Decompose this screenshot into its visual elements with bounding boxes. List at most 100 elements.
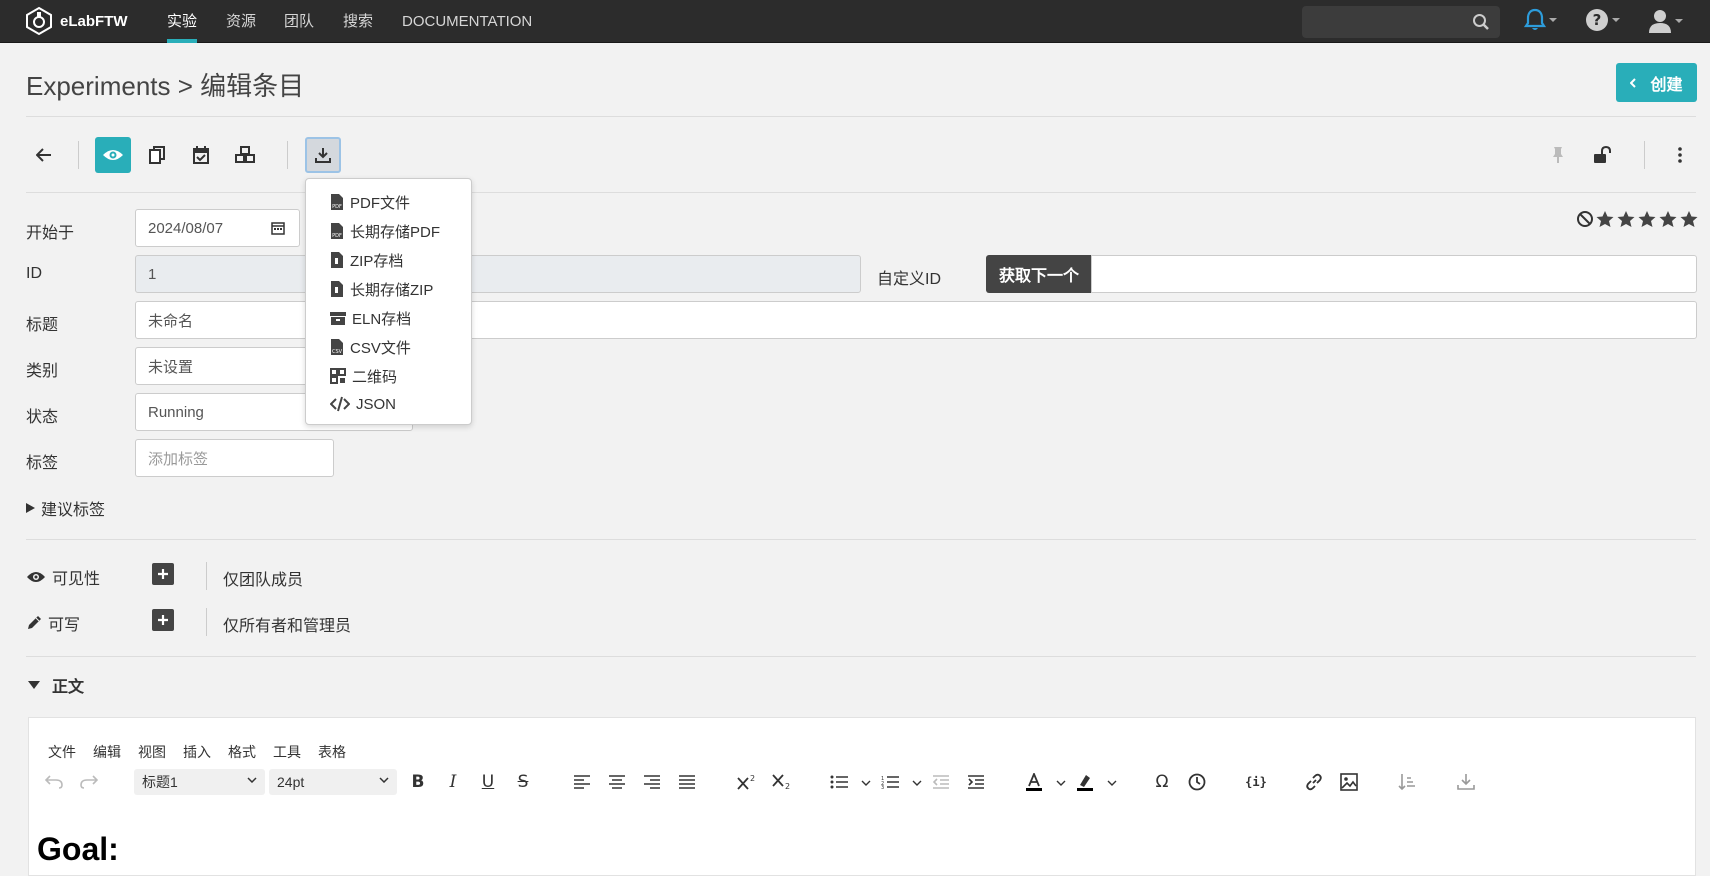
menu-table[interactable]: 表格 xyxy=(318,742,346,762)
italic-icon[interactable]: I xyxy=(443,772,463,792)
file-zip-icon xyxy=(331,252,343,268)
align-right-icon[interactable] xyxy=(642,772,662,792)
svg-text:PDF: PDF xyxy=(332,233,342,239)
notifications-menu[interactable] xyxy=(1524,8,1557,32)
nav-search[interactable]: 搜索 xyxy=(343,0,373,43)
user-menu[interactable] xyxy=(1648,8,1683,34)
indent-icon[interactable] xyxy=(966,772,986,792)
underline-icon[interactable]: U xyxy=(478,772,498,792)
suggested-tags-toggle[interactable]: 建议标签 xyxy=(26,496,105,520)
editor-content-heading[interactable]: Goal: xyxy=(37,831,119,868)
code-sample-icon[interactable]: {i} xyxy=(1245,772,1267,792)
rating[interactable] xyxy=(1576,210,1699,228)
svg-text:2: 2 xyxy=(785,782,790,790)
tags-input[interactable]: 添加标签 xyxy=(135,439,334,477)
link-icon[interactable] xyxy=(1304,772,1324,792)
no-rating-icon[interactable] xyxy=(1576,210,1594,228)
star-icon[interactable] xyxy=(1637,210,1657,228)
menu-file[interactable]: 文件 xyxy=(48,742,76,762)
svg-text:PDF: PDF xyxy=(332,204,342,210)
more-options-button[interactable] xyxy=(1662,137,1698,173)
brand[interactable]: eLabFTW xyxy=(24,6,128,36)
bold-icon[interactable]: B xyxy=(408,772,428,792)
help-menu[interactable]: ? xyxy=(1585,8,1620,32)
special-character-icon[interactable]: Ω xyxy=(1152,772,1172,792)
font-size-select[interactable]: 24pt xyxy=(269,769,397,795)
export-pdfa[interactable]: PDF 长期存储PDF xyxy=(330,220,440,242)
add-visibility-button[interactable] xyxy=(152,563,174,585)
nav-experiments[interactable]: 实验 xyxy=(167,0,198,43)
custom-id-input[interactable] xyxy=(1091,255,1697,293)
nav-team[interactable]: 团队 xyxy=(284,0,314,43)
start-date-input[interactable]: 2024/08/07 xyxy=(135,209,300,247)
undo-icon[interactable] xyxy=(44,772,64,792)
subscript-icon[interactable]: 2 xyxy=(770,772,796,792)
body-section-toggle[interactable]: 正文 xyxy=(28,673,84,697)
sort-icon[interactable] xyxy=(1397,772,1417,792)
lock-button[interactable] xyxy=(1584,137,1620,173)
file-zip-icon xyxy=(331,281,343,297)
export-csv[interactable]: CSV CSV文件 xyxy=(330,336,411,358)
highlight-color-icon[interactable] xyxy=(1075,772,1095,792)
chevron-down-icon[interactable] xyxy=(1107,780,1117,786)
export-button[interactable] xyxy=(305,137,341,173)
menu-view[interactable]: 视图 xyxy=(138,742,166,762)
strikethrough-icon[interactable]: S xyxy=(513,772,533,792)
chevron-down-icon[interactable] xyxy=(912,780,922,786)
block-format-select[interactable]: 标题1 xyxy=(134,769,265,795)
export-eln[interactable]: ELN存档 xyxy=(330,307,411,329)
text-color-icon[interactable] xyxy=(1024,772,1044,792)
star-icon[interactable] xyxy=(1679,210,1699,228)
visibility-value: 仅团队成员 xyxy=(223,572,304,589)
bullet-list-icon[interactable] xyxy=(829,772,849,792)
bell-icon xyxy=(1524,8,1546,30)
align-justify-icon[interactable] xyxy=(677,772,697,792)
align-left-icon[interactable] xyxy=(572,772,592,792)
search-input[interactable] xyxy=(1310,12,1460,32)
timestamp-button[interactable] xyxy=(183,137,219,173)
get-next-id-button[interactable]: 获取下一个 xyxy=(986,255,1092,293)
chevron-down-icon[interactable] xyxy=(1056,780,1066,786)
star-icon[interactable] xyxy=(1658,210,1678,228)
duplicate-button[interactable] xyxy=(139,137,175,173)
separator xyxy=(206,608,207,636)
menu-edit[interactable]: 编辑 xyxy=(93,742,121,762)
download-icon[interactable] xyxy=(1456,772,1476,792)
star-icon[interactable] xyxy=(1595,210,1615,228)
align-center-icon[interactable] xyxy=(607,772,627,792)
create-button[interactable]: 创建 xyxy=(1616,63,1697,102)
svg-text:CSV: CSV xyxy=(332,349,343,355)
nav-resources[interactable]: 资源 xyxy=(226,0,256,43)
id-label: ID xyxy=(26,265,42,282)
elabftw-logo-icon xyxy=(26,6,52,36)
pin-button[interactable] xyxy=(1540,137,1576,173)
export-zipa[interactable]: 长期存储ZIP xyxy=(330,278,433,300)
search-icon[interactable] xyxy=(1472,13,1490,31)
export-zip[interactable]: ZIP存档 xyxy=(330,249,403,271)
outdent-icon[interactable] xyxy=(931,772,951,792)
menu-insert[interactable]: 插入 xyxy=(183,742,211,762)
unlock-icon xyxy=(1594,146,1611,163)
clock-icon[interactable] xyxy=(1187,772,1207,792)
toolbar-separator xyxy=(287,141,288,169)
redo-icon[interactable] xyxy=(79,772,99,792)
menu-tools[interactable]: 工具 xyxy=(273,742,301,762)
nav-documentation[interactable]: DOCUMENTATION xyxy=(402,0,532,43)
blockchain-button[interactable] xyxy=(227,137,263,173)
export-pdf[interactable]: PDF PDF文件 xyxy=(330,191,410,213)
image-icon[interactable] xyxy=(1339,772,1359,792)
numbered-list-icon[interactable]: 123 xyxy=(880,772,900,792)
export-qrcode[interactable]: 二维码 xyxy=(330,365,397,387)
chevron-down-icon[interactable] xyxy=(861,780,871,786)
chevron-down-icon xyxy=(1612,18,1620,22)
view-mode-button[interactable] xyxy=(95,137,131,173)
download-icon xyxy=(315,148,331,163)
superscript-icon[interactable]: 2 xyxy=(735,772,761,792)
add-write-button[interactable] xyxy=(152,609,174,631)
star-icon[interactable] xyxy=(1616,210,1636,228)
export-json[interactable]: JSON xyxy=(330,393,396,415)
back-button[interactable] xyxy=(26,137,62,173)
calendar-icon[interactable] xyxy=(271,221,285,235)
search-box xyxy=(1302,6,1500,38)
menu-format[interactable]: 格式 xyxy=(228,742,256,762)
